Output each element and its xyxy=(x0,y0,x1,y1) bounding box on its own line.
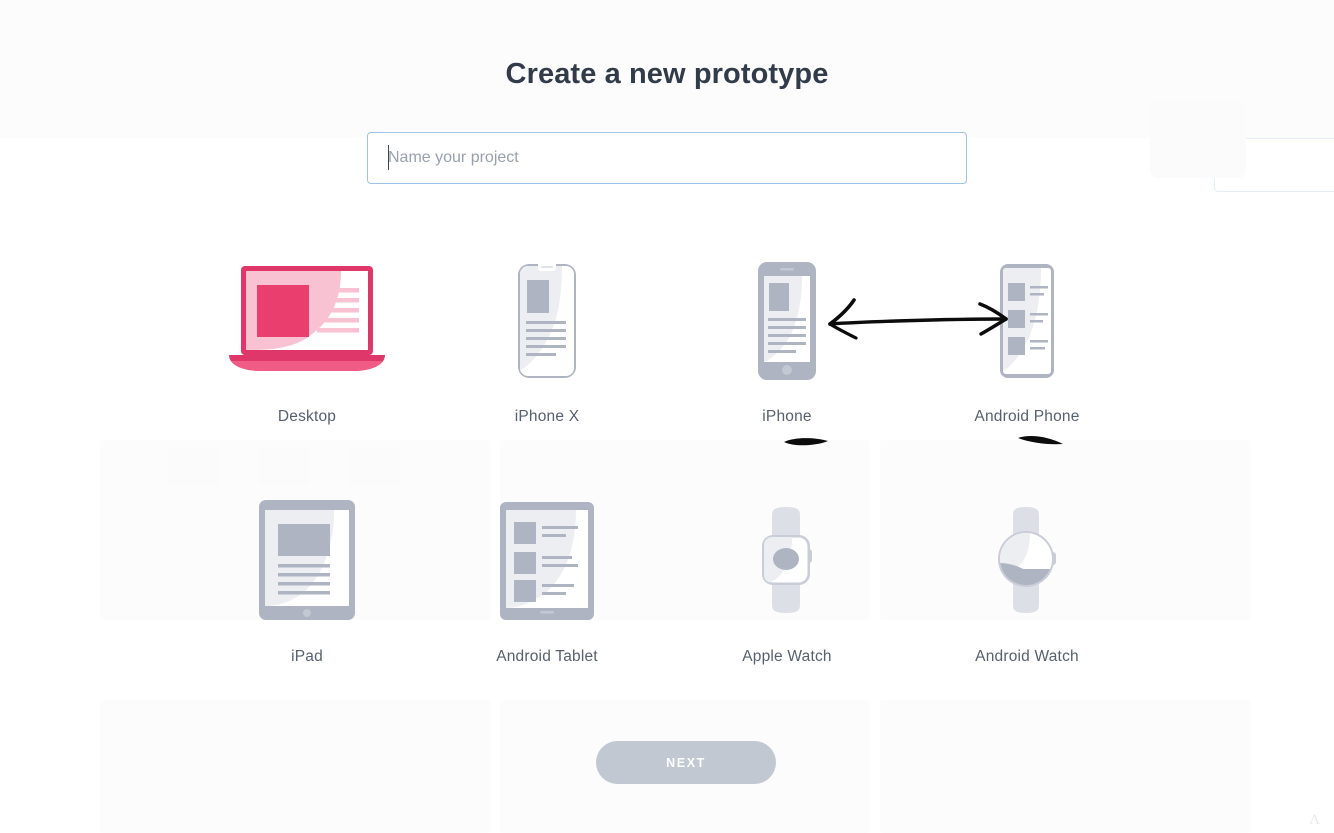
device-label: Android Phone xyxy=(974,408,1080,425)
create-prototype-screen: Λ Create a new prototype Name your proje… xyxy=(0,0,1334,833)
ipad-icon xyxy=(252,486,362,636)
device-option-ipad[interactable]: iPad xyxy=(187,486,427,726)
device-option-android-watch[interactable]: Android Watch xyxy=(907,486,1147,726)
new-prototype-modal: Create a new prototype Name your project… xyxy=(0,0,1334,833)
device-option-android-phone[interactable]: Android Phone xyxy=(907,246,1147,486)
device-label: Android Tablet xyxy=(496,648,598,665)
device-option-android-tablet[interactable]: Android Tablet xyxy=(427,486,667,726)
next-button[interactable]: NEXT xyxy=(596,741,776,784)
project-name-input[interactable] xyxy=(367,132,967,184)
device-label: Apple Watch xyxy=(742,648,832,665)
iphone-icon xyxy=(747,246,827,396)
device-label: iPad xyxy=(291,648,323,665)
laptop-icon xyxy=(219,246,395,396)
text-caret xyxy=(388,145,389,170)
device-grid: Desktop iPhone X iPhone Android Phone iP… xyxy=(187,246,1147,726)
project-name-field-wrap xyxy=(367,132,967,184)
device-option-iphone-x[interactable]: iPhone X xyxy=(427,246,667,486)
device-label: Desktop xyxy=(277,408,337,425)
device-option-apple-watch[interactable]: Apple Watch xyxy=(667,486,907,726)
iphone-x-icon xyxy=(507,246,587,396)
android-watch-icon xyxy=(982,486,1072,636)
android-tablet-icon xyxy=(492,486,602,636)
apple-watch-icon xyxy=(742,486,832,636)
page-title: Create a new prototype xyxy=(505,58,829,90)
device-label: Android Watch xyxy=(975,648,1079,665)
android-phone-icon xyxy=(987,246,1067,396)
device-label: iPhone xyxy=(762,408,812,425)
device-label: iPhone X xyxy=(514,408,580,425)
device-option-iphone[interactable]: iPhone xyxy=(667,246,907,486)
device-option-desktop[interactable]: Desktop xyxy=(187,246,427,486)
